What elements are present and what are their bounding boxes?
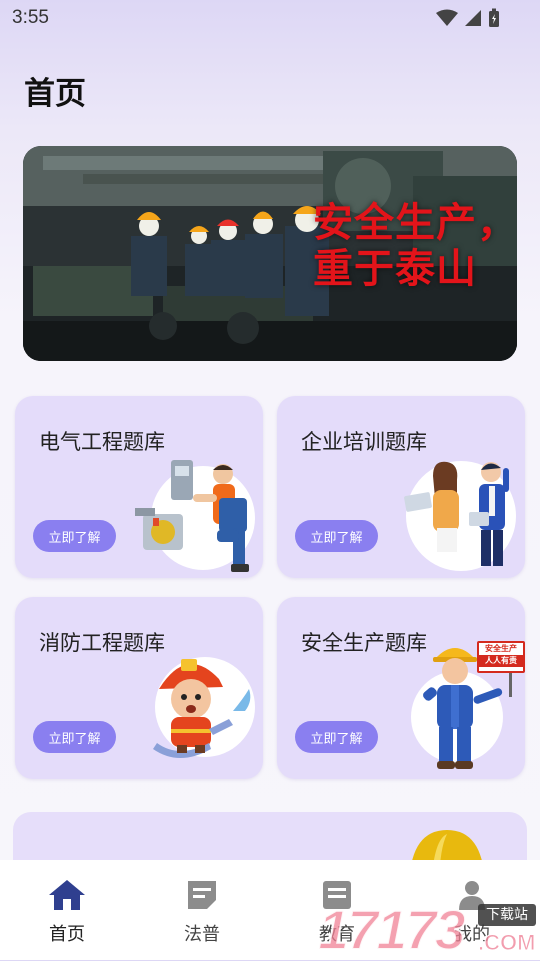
status-bar: 3:55 — [0, 0, 540, 36]
safety-sign-line2: 人人有责 — [479, 655, 523, 667]
tab-law[interactable]: 法普 — [162, 878, 242, 946]
watermark-brand: 17173 — [317, 898, 467, 961]
electrician-illustration — [135, 460, 255, 572]
card-fire-engineering-question-bank[interactable]: 消防工程题库 立即了解 — [15, 597, 263, 779]
firefighter-illustration — [153, 657, 255, 758]
safety-worker-illustration: 安全生产 人人有责 — [405, 639, 525, 773]
learn-more-button[interactable]: 立即了解 — [295, 520, 378, 552]
learn-more-button[interactable]: 立即了解 — [295, 721, 378, 753]
learn-more-button[interactable]: 立即了解 — [33, 721, 116, 753]
home-icon — [49, 880, 85, 910]
safety-sign-line1: 安全生产 — [485, 644, 517, 653]
battery-icon — [489, 8, 499, 27]
card-title: 消防工程题库 — [39, 631, 165, 655]
page-title: 首页 — [24, 76, 86, 112]
tab-home-label: 首页 — [49, 924, 85, 945]
card-enterprise-training-question-bank[interactable]: 企业培训题库 立即了解 — [277, 396, 525, 578]
watermark-badge: 下载站 — [478, 904, 536, 926]
safety-sign: 安全生产 人人有责 — [477, 641, 525, 673]
watermark-suffix: .COM — [477, 930, 536, 956]
learn-more-button[interactable]: 立即了解 — [33, 520, 116, 552]
card-title: 电气工程题库 — [39, 430, 165, 454]
status-time: 3:55 — [12, 7, 49, 28]
trainers-illustration — [404, 461, 516, 571]
banner-slogan: 安全生产， 重于泰山 — [313, 200, 517, 292]
card-title: 企业培训题库 — [301, 430, 427, 454]
wifi-icon — [436, 9, 458, 26]
status-icons — [436, 8, 500, 28]
card-work-safety-question-bank[interactable]: 安全生产题库 立即了解 安全生产 人人有责 — [277, 597, 525, 779]
card-electrical-question-bank[interactable]: 电气工程题库 立即了解 — [15, 396, 263, 578]
banner-slogan-line1: 安全生产， — [313, 199, 517, 246]
hero-banner[interactable]: 安全生产， 重于泰山 — [23, 146, 517, 361]
watermark-logo: 17173 下载站 .COM — [317, 898, 540, 961]
banner-slogan-line2: 重于泰山 — [313, 245, 477, 292]
tab-law-label: 法普 — [184, 924, 220, 945]
document-icon — [188, 881, 216, 909]
signal-icon — [465, 10, 481, 26]
tab-home[interactable]: 首页 — [27, 878, 107, 946]
